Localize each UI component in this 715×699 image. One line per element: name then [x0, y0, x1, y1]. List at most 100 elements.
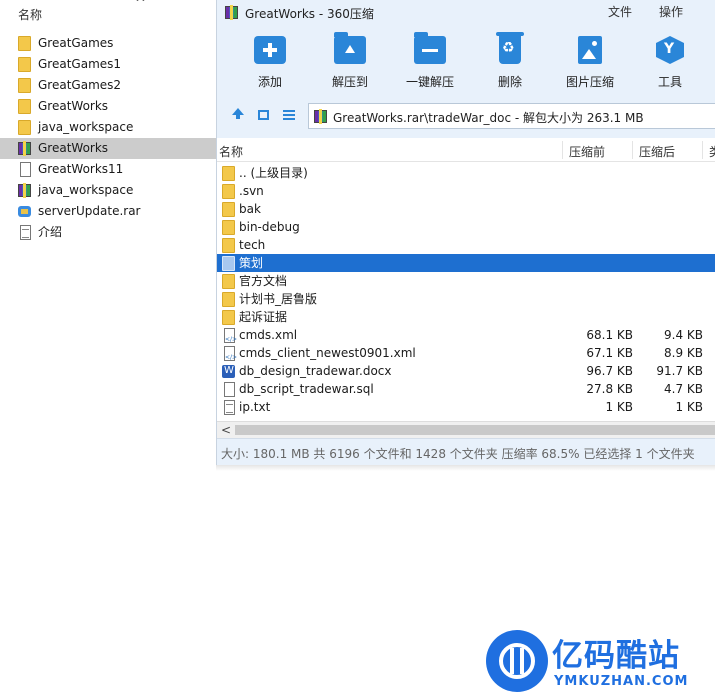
archive-row[interactable]: 起诉证据 [217, 308, 715, 326]
folder-icon [18, 99, 33, 114]
explorer-item[interactable]: serverUpdate.rar [0, 201, 216, 222]
scroll-left-icon[interactable]: < [221, 422, 231, 438]
explorer-item[interactable]: GreatGames1 [0, 54, 216, 75]
image-compress-button[interactable]: 图片压缩 [557, 32, 623, 92]
address-path: GreatWorks.rar\tradeWar_doc - 解包大小为 263.… [333, 111, 644, 125]
explorer-item-label: java_workspace [38, 120, 134, 134]
tools-button[interactable]: 工具 [637, 32, 703, 92]
archive-row[interactable]: bak [217, 200, 715, 218]
tools-icon [654, 36, 686, 64]
status-text: 大小: 180.1 MB 共 6196 个文件和 1428 个文件夹 压缩率 6… [221, 447, 695, 461]
archive-row-name: bin-debug [239, 220, 300, 234]
column-name-label: 名称 [18, 8, 43, 22]
folder-icon [222, 292, 236, 307]
list-view-icon[interactable] [283, 110, 295, 120]
explorer-item[interactable]: GreatWorks11 [0, 159, 216, 180]
horizontal-scrollbar[interactable]: < [217, 421, 715, 438]
folder-icon [222, 166, 236, 181]
explorer-item[interactable]: GreatWorks [0, 138, 216, 159]
column-packed[interactable]: 压缩前 [569, 143, 605, 160]
image-compress-label: 图片压缩 [565, 75, 614, 89]
archive-row[interactable]: tech [217, 236, 715, 254]
menu-file[interactable]: 文件 [608, 3, 632, 20]
explorer-file-list: GreatGames GreatGames1 GreatGames2 GreatWor… [0, 33, 216, 243]
archive-row[interactable]: .. (上级目录) [217, 164, 715, 182]
status-bar: 大小: 180.1 MB 共 6196 个文件和 1428 个文件夹 压缩率 6… [217, 438, 715, 465]
site-watermark: 亿码酷站 YMKUZHAN.COM [486, 630, 715, 699]
archive-row[interactable]: db_design_tradewar.docx 96.7 KB 91.7 KB [217, 362, 715, 380]
explorer-item[interactable]: java_workspace [0, 117, 216, 138]
folder-icon [222, 274, 236, 289]
rar-archive-icon [18, 183, 33, 198]
archive-row-name: db_script_tradewar.sql [239, 382, 374, 396]
archive-window: GreatWorks - 360压缩 文件 操作 添加 解压到 一键解压 删除 … [216, 0, 715, 465]
one-click-extract-button[interactable]: 一键解压 [397, 32, 463, 92]
watermark-domain: YMKUZHAN.COM [554, 674, 689, 689]
archive-row-compressed-size: 4.7 KB [664, 382, 703, 396]
delete-label: 删除 [497, 75, 522, 89]
archive-row-name: cmds.xml [239, 328, 298, 342]
archive-row[interactable]: ip.txt 1 KB 1 KB [217, 398, 715, 416]
extract-to-button[interactable]: 解压到 [317, 32, 383, 92]
archive-row-packed-size: 68.1 KB [586, 328, 633, 342]
column-type[interactable]: 类 [709, 143, 715, 160]
file-icon [222, 382, 236, 397]
app-rar-icon [225, 5, 240, 20]
menu-operation[interactable]: 操作 [659, 3, 683, 20]
explorer-item-label: GreatGames [38, 36, 114, 50]
column-separator[interactable] [702, 141, 703, 159]
address-bar: GreatWorks.rar\tradeWar_doc - 解包大小为 263.… [217, 96, 715, 138]
title-bar: GreatWorks - 360压缩 文件 操作 [217, 0, 715, 26]
window-shadow [216, 465, 715, 471]
column-name[interactable]: 名称 [219, 143, 243, 160]
archive-row[interactable]: bin-debug [217, 218, 715, 236]
explorer-item-label: GreatWorks [38, 141, 109, 155]
archive-row-compressed-size: 1 KB [675, 400, 703, 414]
archive-row[interactable]: cmds_client_newest0901.xml 67.1 KB 8.9 KB [217, 344, 715, 367]
explorer-item[interactable]: java_workspace [0, 180, 216, 201]
explorer-item-label: GreatGames2 [38, 78, 122, 92]
one-click-extract-icon [414, 32, 446, 64]
explorer-item[interactable]: GreatWorks [0, 96, 216, 117]
archive-row[interactable]: db_script_tradewar.sql 27.8 KB 4.7 KB [217, 380, 715, 398]
archive-row-compressed-size: 8.9 KB [664, 346, 703, 360]
up-arrow-icon[interactable] [232, 108, 244, 119]
archive-row-name: 官方文档 [239, 274, 288, 288]
archive-row[interactable]: .svn [217, 182, 715, 200]
archive-row-name: 计划书_居鲁版 [239, 292, 318, 306]
column-header: 名称 压缩前 压缩后 类 [217, 139, 715, 162]
column-compressed[interactable]: 压缩后 [639, 143, 675, 160]
explorer-item[interactable]: 介绍 [0, 222, 216, 243]
archive-row[interactable]: 策划 [217, 254, 715, 272]
extract-to-label: 解压到 [331, 75, 368, 89]
update-package-icon [18, 204, 33, 219]
explorer-pane: 名称 ^ GreatGames GreatGames1 GreatGames2 Gre… [0, 0, 216, 699]
delete-button[interactable]: 删除 [477, 32, 543, 92]
column-separator[interactable] [632, 141, 633, 159]
view-mode-icon[interactable] [258, 110, 269, 120]
xml-file-icon [222, 346, 237, 367]
archive-row[interactable]: 计划书_居鲁版 [217, 290, 715, 308]
sort-caret-icon[interactable]: ^ [135, 0, 146, 11]
archive-row[interactable]: 官方文档 [217, 272, 715, 290]
folder-icon [222, 256, 236, 271]
word-document-icon [222, 364, 236, 379]
explorer-item-label: GreatWorks11 [38, 162, 124, 176]
address-field[interactable]: GreatWorks.rar\tradeWar_doc - 解包大小为 263.… [308, 103, 715, 129]
archive-row[interactable]: cmds.xml 68.1 KB 9.4 KB [217, 326, 715, 349]
explorer-item[interactable]: GreatGames2 [0, 75, 216, 96]
add-button[interactable]: 添加 [237, 32, 303, 92]
add-icon [254, 36, 286, 64]
watermark-brand: 亿码酷站 [552, 638, 680, 674]
archive-row-name: bak [239, 202, 261, 216]
archive-row-name: ip.txt [239, 400, 271, 414]
explorer-item-label: 介绍 [38, 225, 63, 239]
explorer-item[interactable]: GreatGames [0, 33, 216, 54]
archive-row-name: tech [239, 238, 266, 252]
scrollbar-thumb[interactable] [235, 425, 715, 435]
explorer-column-header[interactable]: 名称 ^ [0, 0, 216, 28]
explorer-item-label: java_workspace [38, 183, 134, 197]
archive-row-packed-size: 67.1 KB [586, 346, 633, 360]
folder-icon [222, 238, 236, 253]
column-separator[interactable] [562, 141, 563, 159]
